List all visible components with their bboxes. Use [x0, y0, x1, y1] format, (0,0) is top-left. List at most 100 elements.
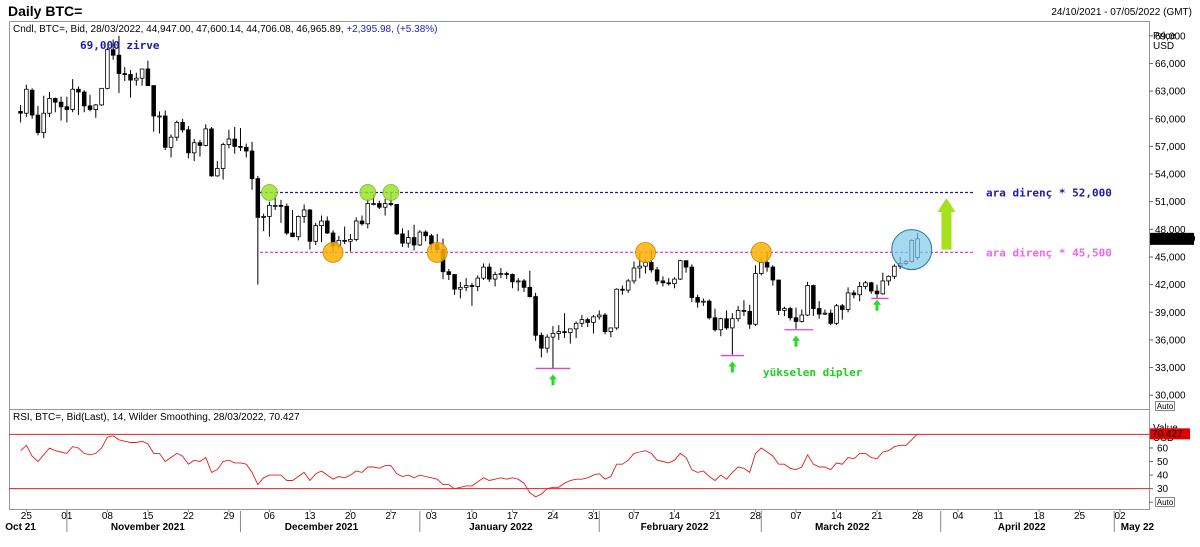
- candle-body-up: [614, 288, 619, 329]
- candle-body-down: [851, 292, 857, 296]
- candle-body-up: [753, 273, 758, 325]
- candle-body-down: [64, 106, 70, 110]
- candle-body-up: [139, 68, 145, 79]
- x-tick-label: 07: [790, 511, 802, 522]
- candle-body-up: [701, 300, 706, 303]
- candle-body-down: [429, 235, 434, 245]
- candle-body-down: [695, 297, 700, 303]
- candle-body-up: [203, 128, 209, 146]
- candle-body-up: [93, 104, 99, 110]
- candle-body-down: [562, 331, 567, 334]
- green-circle-marker: [382, 184, 400, 201]
- candle-body-down: [18, 110, 23, 114]
- candle-body-down: [290, 232, 295, 238]
- candle-body-down: [278, 204, 284, 207]
- peak-annotation: 69,000 zirve: [80, 39, 160, 52]
- candle-body-up: [550, 333, 556, 338]
- x-tick-label: 21: [709, 511, 721, 522]
- x-tick-label: 11: [993, 511, 1004, 522]
- x-tick-label: 17: [507, 511, 519, 522]
- candle-body-down: [186, 129, 191, 154]
- candle-body-down: [377, 203, 382, 208]
- candle-body-up: [41, 112, 46, 133]
- candle-body-down: [411, 237, 417, 246]
- orange-circle-marker: [635, 241, 656, 263]
- candle-body-up: [481, 266, 486, 279]
- price-y-tick-label: 51,000: [1155, 197, 1186, 208]
- x-tick-label: 10: [466, 511, 478, 522]
- candle-body-down: [811, 285, 816, 309]
- candle-body-up: [556, 331, 561, 334]
- candle-body-down: [660, 280, 666, 284]
- candle-body-down: [706, 300, 712, 319]
- candle-body-up: [782, 308, 787, 311]
- price-header-text: Cndl, BTC=, Bid, 28/03/2022, 44,947.00, …: [13, 24, 346, 35]
- candle-body-up: [735, 310, 741, 320]
- candle-body-up: [672, 278, 677, 285]
- resistance-52000-label: ara direnç * 52,000: [986, 186, 1112, 199]
- candle-body-down: [776, 279, 781, 311]
- x-tick-label: 31: [588, 511, 600, 522]
- candle-body-up: [880, 280, 886, 295]
- candle-body-down: [452, 274, 457, 290]
- price-axis-label-2: USD: [1153, 41, 1174, 52]
- candle-body-down: [255, 178, 261, 218]
- candle-body-up: [371, 203, 376, 205]
- candle-body-down: [469, 285, 475, 287]
- candle-body-down: [712, 317, 718, 331]
- price-auto-scale-button[interactable]: Auto: [1155, 401, 1175, 411]
- candle-body-down: [249, 150, 255, 180]
- candle-body-up: [99, 87, 104, 106]
- candle-body-up: [544, 336, 550, 349]
- candle-body-down: [649, 262, 654, 271]
- candle-body-up: [637, 265, 643, 269]
- candle-body-down: [521, 280, 527, 288]
- candle-body-down: [747, 310, 752, 325]
- price-panel-frame: [9, 21, 1150, 410]
- x-tick-label: 02: [1115, 511, 1127, 522]
- candle-body-down: [87, 105, 93, 110]
- up-arrow-icon: [873, 299, 882, 311]
- candle-body-down: [29, 89, 35, 116]
- candle-body-up: [492, 274, 498, 280]
- candle-body-up: [348, 239, 353, 242]
- price-y-tick-label: 66,000: [1155, 59, 1186, 70]
- candle-body-up: [678, 260, 683, 280]
- x-tick-label: 13: [304, 511, 316, 522]
- x-tick-label: 08: [102, 511, 114, 522]
- x-tick-label: 27: [385, 511, 397, 522]
- up-arrow-icon: [792, 335, 801, 347]
- rsi-panel-frame: [9, 409, 1150, 510]
- candle-body-up: [463, 285, 469, 288]
- orange-circle-marker: [426, 241, 448, 263]
- price-y-tick-label: 42,000: [1155, 280, 1186, 291]
- rsi-auto-scale-button[interactable]: Auto: [1155, 497, 1175, 507]
- price-y-tick-label: 39,000: [1155, 308, 1186, 319]
- price-y-tick-label: 60,000: [1155, 114, 1186, 125]
- candle-body-up: [625, 280, 631, 291]
- candle-body-down: [35, 114, 41, 133]
- candle-body-up: [261, 216, 266, 218]
- candle-body-up: [313, 225, 318, 242]
- month-label: February 2022: [641, 522, 709, 533]
- candle-body-down: [666, 282, 671, 285]
- candle-body-down: [539, 334, 544, 349]
- candle-body-up: [759, 262, 764, 274]
- candle-body-down: [868, 282, 874, 292]
- candle-body-down: [510, 274, 515, 283]
- x-tick-label: 06: [264, 511, 276, 522]
- candle-body-up: [24, 88, 29, 114]
- month-label: November 2021: [111, 522, 185, 533]
- candle-body-down: [325, 220, 330, 234]
- x-tick-label: 28: [912, 511, 924, 522]
- candle-body-down: [741, 310, 747, 312]
- candle-body-down: [504, 273, 509, 275]
- month-label: Oct 21: [5, 522, 36, 533]
- month-label: May 22: [1121, 522, 1155, 533]
- candle-body-up: [105, 49, 110, 89]
- price-y-tick-label: 63,000: [1155, 87, 1186, 98]
- candle-body-up: [267, 204, 272, 217]
- last-rsi-label: 70.427: [1152, 429, 1183, 440]
- candle-body-down: [787, 308, 793, 319]
- rising-lows-annotation: yükselen dipler: [763, 366, 863, 379]
